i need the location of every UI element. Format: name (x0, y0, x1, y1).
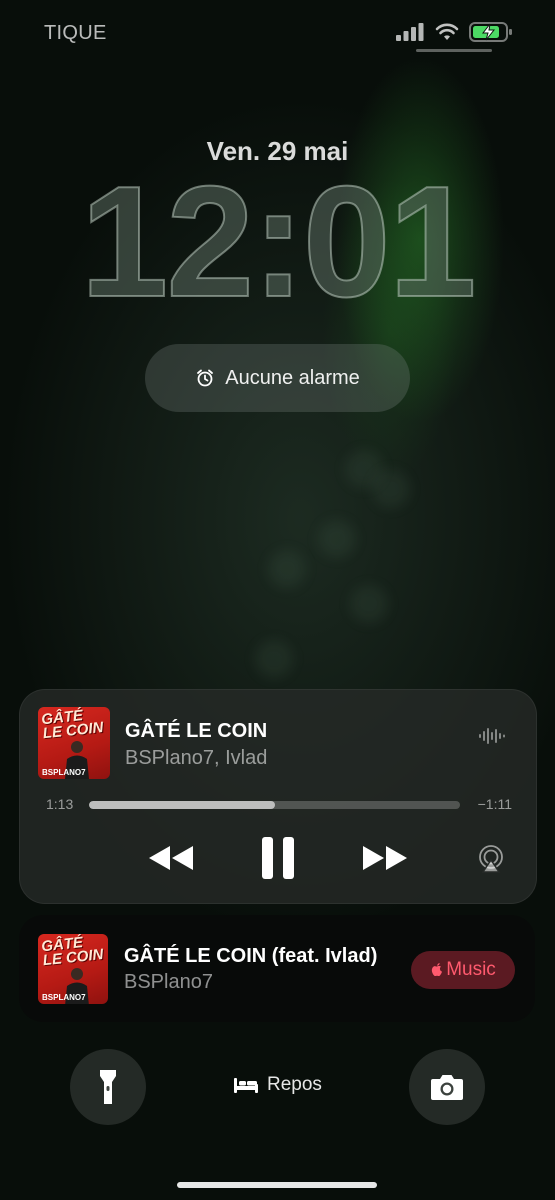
airplay-button[interactable] (476, 844, 506, 874)
wallpaper-bokeh (255, 640, 293, 678)
battery-charging-icon (469, 22, 512, 42)
wifi-icon (435, 23, 459, 40)
wallpaper-bokeh (372, 470, 410, 508)
track-title: GÂTÉ LE COIN (125, 720, 268, 742)
suggestion-artist: BSPlano7 (124, 971, 213, 993)
camera-button[interactable] (409, 1049, 485, 1125)
wallpaper-bokeh (318, 520, 356, 558)
waveform-icon (479, 728, 505, 744)
rewind-icon (149, 846, 193, 870)
status-bar-indicator (416, 49, 492, 52)
alarm-clock-icon (197, 369, 214, 387)
cover-artist-text: BSPLANO7 (42, 993, 86, 1002)
carrier-name: TIQUE (44, 22, 107, 44)
remaining-time: −1:11 (477, 796, 512, 812)
playback-progress (89, 801, 275, 809)
focus-mode-indicator[interactable]: Repos (233, 1074, 322, 1096)
pause-button[interactable] (256, 835, 300, 881)
cover-artist-text: BSPLANO7 (42, 768, 86, 777)
focus-mode-label: Repos (267, 1074, 322, 1095)
pause-icon (262, 837, 294, 879)
album-cover[interactable]: GÂTÉ LE COIN BSPLANO7 (38, 707, 110, 779)
apple-logo-icon (432, 963, 443, 977)
rewind-button[interactable] (142, 838, 200, 878)
alarm-widget[interactable]: Aucune alarme (145, 344, 410, 412)
fast-forward-button[interactable] (356, 838, 414, 878)
airplay-icon (479, 845, 503, 873)
suggestion-album-cover[interactable]: GÂTÉ LE COIN BSPLANO7 (38, 934, 108, 1004)
home-indicator[interactable] (177, 1182, 377, 1188)
signal-icon (396, 23, 424, 41)
flashlight-button[interactable] (70, 1049, 146, 1125)
status-bar: TIQUE (0, 0, 555, 70)
track-artist: BSPlano7, Ivlad (125, 747, 268, 769)
bed-icon (234, 1078, 258, 1093)
status-icons (395, 21, 513, 43)
camera-icon (431, 1075, 463, 1100)
suggestion-title: GÂTÉ LE COIN (feat. Ivlad) (124, 945, 378, 967)
music-suggestion-widget[interactable]: GÂTÉ LE COIN BSPLANO7 GÂTÉ LE COIN (feat… (19, 915, 535, 1022)
alarm-label: Aucune alarme (225, 366, 360, 389)
wallpaper-bokeh (268, 550, 306, 588)
lock-clock: 12:01 (79, 154, 477, 330)
now-playing-widget[interactable]: GÂTÉ LE COIN BSPLANO7 GÂTÉ LE COIN BSPla… (19, 689, 537, 904)
music-app-label: Music (446, 959, 496, 980)
wallpaper-bokeh (350, 585, 388, 623)
fast-forward-icon (363, 846, 407, 870)
elapsed-time: 1:13 (46, 796, 74, 812)
apple-music-button[interactable]: Music (411, 951, 515, 989)
playback-scrubber[interactable] (89, 801, 460, 809)
flashlight-icon (100, 1070, 116, 1104)
